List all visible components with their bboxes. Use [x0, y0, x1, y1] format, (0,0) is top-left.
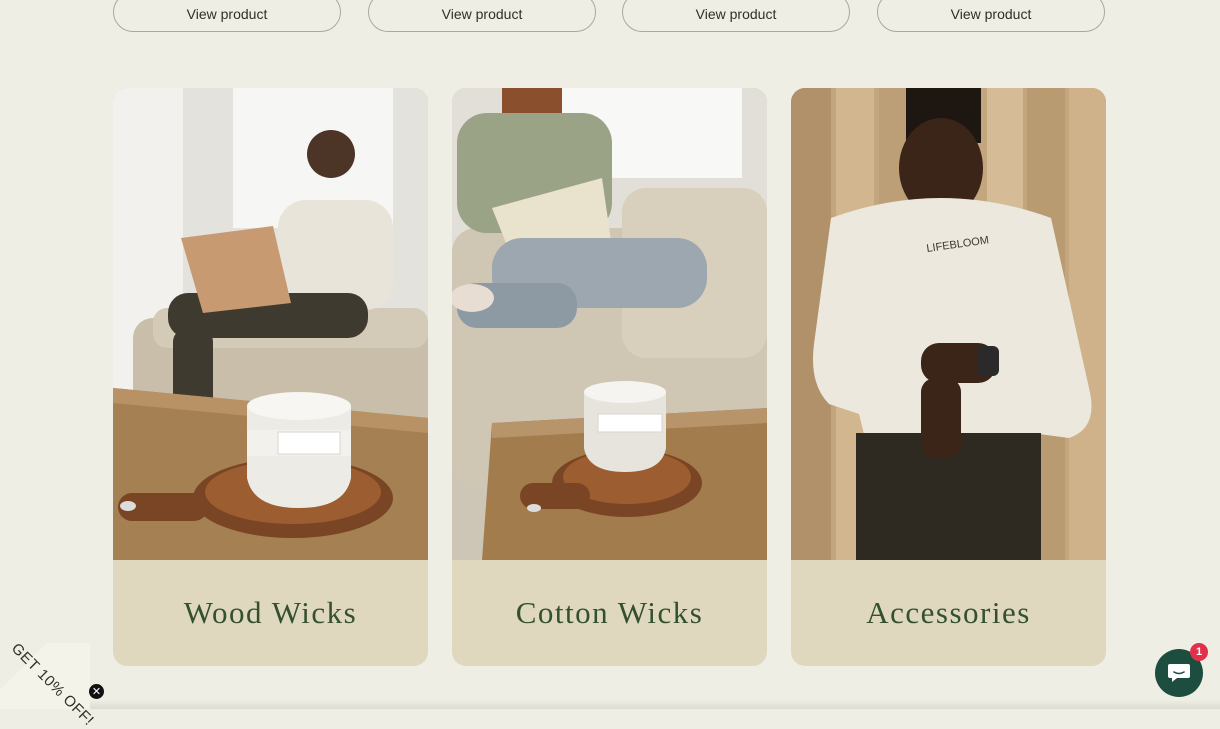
collection-card-cotton-wicks[interactable]: Cotton Wicks	[452, 88, 767, 666]
chat-unread-badge: 1	[1190, 643, 1208, 661]
view-product-button-4[interactable]: View product	[877, 0, 1105, 32]
collection-title: Accessories	[866, 595, 1031, 630]
collection-card-accessories[interactable]: LIFEBLOOM Accessories	[791, 88, 1106, 666]
view-product-button-2[interactable]: View product	[368, 0, 596, 32]
wood-wicks-image	[113, 88, 428, 560]
page-bottom-shadow	[0, 700, 1220, 709]
collection-title: Cotton Wicks	[515, 595, 704, 630]
collection-title: Wood Wicks	[183, 595, 358, 630]
collection-card-wood-wicks[interactable]: Wood Wicks	[113, 88, 428, 666]
close-icon[interactable]: ✕	[89, 684, 104, 699]
accessories-image: LIFEBLOOM	[791, 88, 1106, 560]
view-product-button-3[interactable]: View product	[622, 0, 850, 32]
view-product-button-1[interactable]: View product	[113, 0, 341, 32]
chat-bubble-icon	[1168, 664, 1190, 682]
cotton-wicks-image	[452, 88, 767, 560]
